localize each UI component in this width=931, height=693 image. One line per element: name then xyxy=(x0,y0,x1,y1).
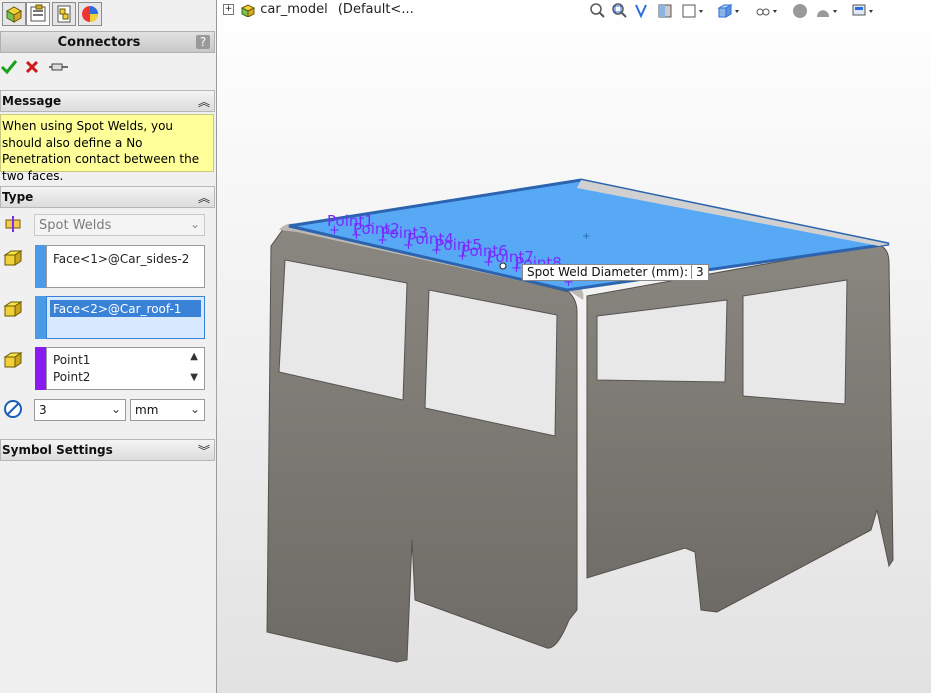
symbol-settings-section-header[interactable]: Symbol Settings ︾ xyxy=(0,439,215,461)
point-item[interactable]: Point2 xyxy=(53,370,90,384)
diameter-input[interactable]: 3 ⌄ xyxy=(34,399,126,421)
feature-manager-tab[interactable] xyxy=(2,2,26,26)
cancel-button[interactable] xyxy=(24,59,40,75)
configuration-manager-icon xyxy=(57,5,71,23)
type-section-header[interactable]: Type ︽ xyxy=(0,186,215,208)
panel-title: Connectors xyxy=(57,35,141,50)
face1-value: Face<1>@Car_sides-2 xyxy=(53,252,190,266)
spot-weld-diameter-tooltip: Spot Weld Diameter (mm): 3 xyxy=(522,264,709,281)
unit-value: mm xyxy=(135,403,159,417)
roof-origin-marker: + xyxy=(582,231,590,242)
graphics-viewport[interactable]: + car_model (Default<... + Point1 Point2… xyxy=(217,0,931,693)
weld-point-marker: + xyxy=(511,261,522,276)
diameter-icon xyxy=(4,400,22,418)
face-selection-icon xyxy=(3,250,23,266)
weld-point-marker: + xyxy=(457,249,468,264)
configuration-manager-tab[interactable] xyxy=(52,2,76,26)
manager-tabs xyxy=(0,0,216,26)
symbol-settings-header: Symbol Settings xyxy=(2,443,113,457)
display-manager-icon xyxy=(82,6,98,22)
weld-point-marker: + xyxy=(377,233,388,248)
pushpin-icon xyxy=(49,63,68,71)
chevron-down-icon: ⌄ xyxy=(189,402,200,416)
right-window-rear xyxy=(742,279,848,405)
tooltip-value[interactable]: 3 xyxy=(691,265,708,279)
connector-type-value: Spot Welds xyxy=(39,218,112,233)
help-icon: ? xyxy=(196,35,210,49)
tooltip-label: Spot Weld Diameter (mm): xyxy=(527,265,689,279)
message-section-header[interactable]: Message ︽ xyxy=(0,90,215,112)
weld-point-marker: + xyxy=(483,255,494,270)
unit-select[interactable]: mm ⌄ xyxy=(130,399,205,421)
face1-selection-box[interactable]: Face<1>@Car_sides-2 xyxy=(46,245,205,288)
weld-point-marker: + xyxy=(329,223,340,238)
feature-manager-icon xyxy=(5,6,23,23)
help-button[interactable]: ? xyxy=(196,35,210,49)
property-manager-tab[interactable] xyxy=(26,2,50,26)
point-item[interactable]: Point1 xyxy=(53,353,90,367)
points-color-bar xyxy=(35,347,46,390)
ok-button[interactable] xyxy=(0,58,18,76)
face-selection-icon xyxy=(3,301,23,317)
scroll-up-icon[interactable]: ▲ xyxy=(190,351,198,362)
collapse-chevron-icon[interactable]: ︽ xyxy=(198,93,210,110)
action-buttons xyxy=(0,58,216,78)
collapse-chevron-icon[interactable]: ︽ xyxy=(198,189,210,206)
weld-point-marker: + xyxy=(403,238,414,253)
face1-color-bar xyxy=(35,245,46,288)
diameter-value: 3 xyxy=(39,403,47,417)
face2-color-bar xyxy=(35,296,46,339)
pin-button[interactable] xyxy=(48,59,70,75)
property-manager-icon xyxy=(30,4,46,22)
panel-titlebar: Connectors ? xyxy=(0,31,215,53)
weld-point-marker: + xyxy=(351,228,362,243)
message-header: Message xyxy=(2,94,62,108)
weld-point-marker: + xyxy=(431,243,442,258)
cursor-point-icon xyxy=(499,262,507,270)
car-model-3d[interactable]: + Point1 Point2 Point3 Point4 Point5 Poi… xyxy=(217,0,931,693)
expand-chevron-icon[interactable]: ︾ xyxy=(198,442,210,459)
face2-selection-box[interactable]: Face<2>@Car_roof-1 xyxy=(46,296,205,339)
points-list[interactable]: Point1 Point2 ▲ ▼ xyxy=(46,347,205,390)
connector-type-select[interactable]: Spot Welds ⌄ xyxy=(34,214,205,236)
chevron-down-icon: ⌄ xyxy=(110,402,121,416)
property-manager-panel: Connectors ? Message ︽ When using Spot W… xyxy=(0,0,217,693)
spot-weld-icon xyxy=(5,216,21,232)
message-box: When using Spot Welds, you should also d… xyxy=(0,114,214,183)
display-manager-tab[interactable] xyxy=(78,2,102,26)
checkmark-icon xyxy=(0,60,18,75)
type-header: Type xyxy=(2,190,34,204)
chevron-down-icon: ⌄ xyxy=(189,217,200,231)
point-selection-icon xyxy=(3,352,23,368)
scroll-down-icon[interactable]: ▼ xyxy=(190,372,198,383)
face2-value: Face<2>@Car_roof-1 xyxy=(53,302,182,316)
close-icon xyxy=(25,60,39,74)
